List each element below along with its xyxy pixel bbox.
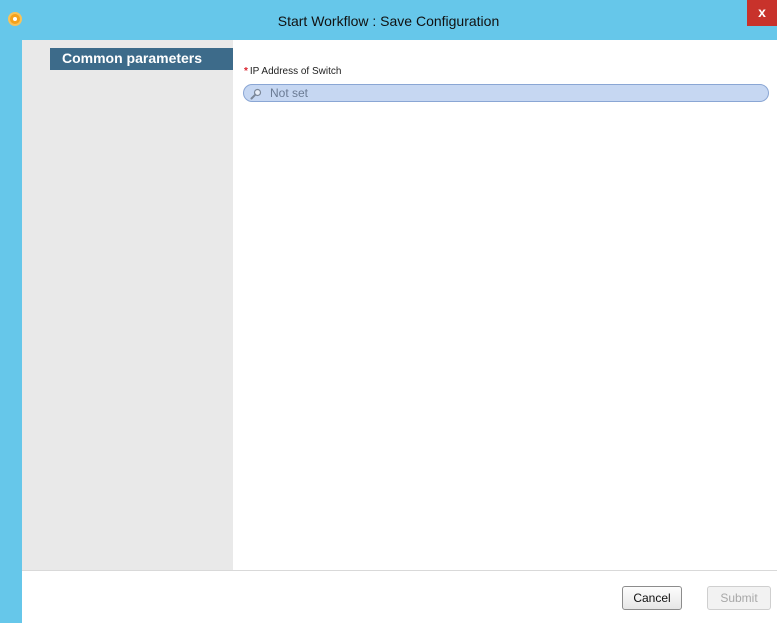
ip-address-label-text: IP Address of Switch — [249, 66, 342, 77]
ip-address-field-label: * IP Address of Switch — [244, 66, 341, 77]
ip-address-input[interactable]: Not set — [243, 84, 769, 102]
cancel-button[interactable]: Cancel — [622, 586, 682, 610]
dialog-title: Start Workflow : Save Configuration — [277, 13, 500, 29]
required-marker: * — [244, 66, 248, 77]
submit-button[interactable]: Submit — [707, 586, 771, 610]
title-bar[interactable]: Start Workflow : Save Configuration x — [0, 0, 777, 40]
sidebar-item-common-parameters[interactable]: Common parameters — [50, 48, 233, 70]
workflow-dialog: Start Workflow : Save Configuration x Co… — [0, 0, 777, 623]
dialog-footer: Cancel Submit — [22, 570, 777, 623]
search-icon[interactable] — [250, 87, 262, 100]
sidebar: Common parameters — [22, 40, 233, 570]
parameters-panel: * IP Address of Switch Not set — [233, 40, 777, 570]
dialog-content: Common parameters * IP Address of Switch … — [22, 40, 777, 570]
close-button[interactable]: x — [747, 0, 777, 26]
ip-address-value: Not set — [270, 86, 309, 100]
